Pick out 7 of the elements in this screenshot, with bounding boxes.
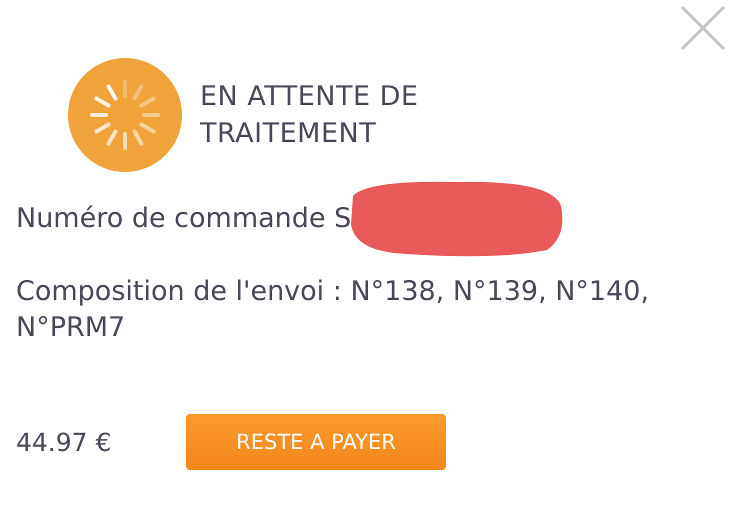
shipment-composition: Composition de l'envoi : N°138, N°139, N°140, N°PRM7 <box>16 275 650 345</box>
amount-due: 44.97 € <box>16 428 112 456</box>
loading-icon <box>68 58 182 172</box>
pay-button[interactable]: RESTE A PAYER <box>186 414 446 470</box>
order-number: Numéro de commande S <box>16 202 352 234</box>
status-title: EN ATTENTE DE TRAITEMENT <box>200 80 420 151</box>
close-icon[interactable] <box>679 4 727 52</box>
